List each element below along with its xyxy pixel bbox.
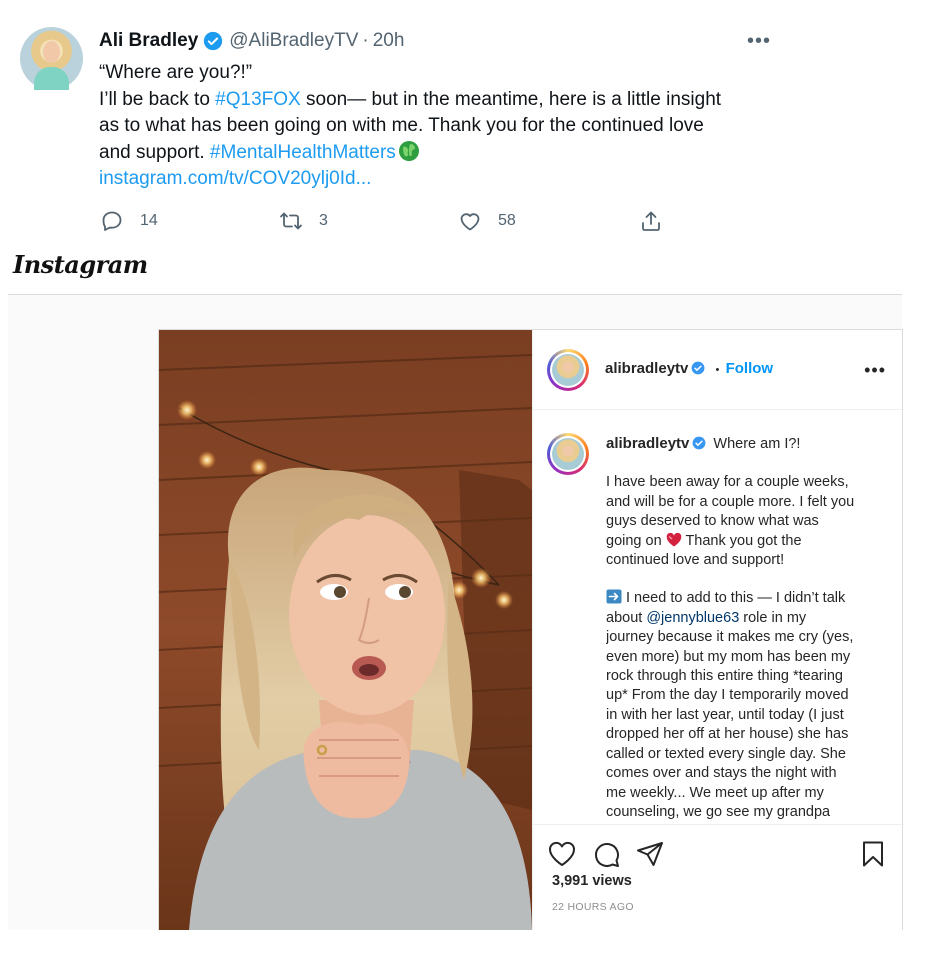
- right-arrow-emoji-icon: [606, 589, 622, 604]
- caption-username[interactable]: alibradleytv: [606, 435, 689, 452]
- post-video-thumbnail[interactable]: [159, 330, 532, 930]
- caption-text-segment: going on: [606, 532, 666, 549]
- author-handle[interactable]: @AliBradleyTV: [229, 30, 358, 52]
- follow-separator: •: [715, 364, 720, 376]
- reply-icon: [102, 211, 122, 231]
- caption-line: in with her last year, until today (I ju…: [606, 706, 844, 723]
- verified-badge-icon: [692, 436, 706, 450]
- caption-text-segment: Thank you got the: [681, 532, 802, 549]
- caption-title: Where am I?!: [713, 436, 801, 452]
- caption-line: and will be for a couple more. I felt yo…: [606, 493, 855, 510]
- instagram-link[interactable]: instagram.com/tv/COV20ylj0Id...: [99, 166, 759, 193]
- retweet-count: 3: [319, 212, 328, 229]
- instagram-wordmark[interactable]: Instagram: [13, 250, 148, 279]
- caption-line: I need to add to this — I didn’t talk: [606, 589, 886, 608]
- caption-line: counseling, we go see my grandpa: [606, 803, 831, 820]
- reply-count: 14: [140, 212, 158, 229]
- green-globe-emoji-icon: [398, 140, 419, 161]
- instagram-embed-card: alibradleytv • Follow ••• alibradleytv W…: [158, 329, 904, 930]
- share-direct-icon[interactable]: [635, 839, 665, 869]
- tweet-text-segment: and support.: [99, 141, 210, 163]
- tweet-line-2: I’ll be back to #Q13FOX soon— but in the…: [99, 87, 759, 114]
- more-options-icon[interactable]: •••: [747, 30, 771, 53]
- caption-line: going on Thank you got the: [606, 532, 886, 551]
- tweet: Ali Bradley @AliBradleyTV · 20h ••• “Whe…: [0, 0, 928, 250]
- caption-line: about @jennyblue63 role in my: [606, 609, 886, 628]
- retweet-button[interactable]: 3: [279, 206, 328, 236]
- caption-line: dropped her off at her house) she has: [606, 726, 849, 743]
- post-footer: 3,991 views 22 HOURS AGO: [533, 824, 904, 930]
- red-heart-emoji-icon: [666, 532, 681, 547]
- tweet-actions: 14 3 58: [0, 206, 928, 236]
- post-header: alibradleytv • Follow •••: [533, 330, 904, 410]
- like-button[interactable]: 58: [458, 206, 516, 236]
- video-still-image: [159, 330, 532, 930]
- post-caption: alibradleytv Where am I?! I have been aw…: [606, 434, 886, 820]
- post-options-icon[interactable]: •••: [864, 360, 886, 381]
- view-count: 3,991 views: [552, 873, 632, 889]
- avatar-face: [43, 41, 60, 63]
- save-bookmark-icon[interactable]: [858, 839, 888, 869]
- hashtag-q13fox[interactable]: #Q13FOX: [215, 89, 301, 110]
- avatar-shirt: [34, 67, 69, 90]
- comment-icon[interactable]: [591, 839, 621, 869]
- mention-link[interactable]: @jennyblue63: [646, 610, 739, 626]
- caption-header: alibradleytv Where am I?!: [606, 434, 886, 454]
- caption-text-segment: I need to add to this — I didn’t talk: [626, 590, 846, 607]
- tweet-line-4: and support. #MentalHealthMatters: [99, 140, 759, 167]
- post-sidebar: alibradleytv • Follow ••• alibradleytv W…: [532, 330, 904, 930]
- hashtag-mental-health-matters[interactable]: #MentalHealthMatters: [210, 142, 396, 163]
- caption-line: guys deserved to know what was: [606, 513, 819, 530]
- tweet-text-segment: soon— but in the meantime, here is a lit…: [300, 88, 722, 110]
- caption-line: even more) but my mom has been my: [606, 648, 851, 665]
- tweet-line-1: “Where are you?!”: [99, 62, 253, 83]
- ig-username[interactable]: alibradleytv: [605, 360, 688, 377]
- verified-badge-icon: [691, 361, 705, 375]
- caption-line: I have been away for a couple weeks,: [606, 474, 849, 491]
- caption-line: comes over and stays the night with: [606, 765, 837, 782]
- caption-avatar[interactable]: [547, 433, 589, 475]
- caption-line: journey because it makes me cry (yes,: [606, 629, 854, 646]
- author-name[interactable]: Ali Bradley: [99, 30, 198, 52]
- heart-icon: [460, 213, 480, 231]
- avatar-picture: [552, 438, 584, 470]
- tweet-text: “Where are you?!” I’ll be back to #Q13FO…: [99, 60, 759, 193]
- share-button[interactable]: [639, 206, 679, 236]
- caption-line: me weekly... We meet up after my: [606, 784, 824, 801]
- author-avatar[interactable]: [20, 27, 83, 90]
- caption-line: called or texted every single day. She: [606, 745, 846, 762]
- avatar-picture: [552, 354, 584, 386]
- tweet-line-3: as to what has been going on with me. Th…: [99, 115, 704, 136]
- verified-badge-icon: [204, 31, 223, 51]
- caption-line: continued love and support!: [606, 552, 785, 569]
- post-header-user: alibradleytv • Follow: [605, 360, 773, 377]
- like-count: 58: [498, 212, 516, 229]
- caption-line: rock through this entire thing *tearing: [606, 668, 843, 685]
- heart-icon[interactable]: [547, 839, 577, 869]
- profile-avatar[interactable]: [547, 349, 589, 391]
- post-timestamp[interactable]: 22 HOURS AGO: [552, 901, 634, 913]
- tweet-text-segment: I’ll be back to: [99, 88, 216, 110]
- caption-text-segment: role in my: [739, 609, 807, 626]
- retweet-icon: [280, 212, 302, 230]
- tweet-header: Ali Bradley @AliBradleyTV · 20h: [99, 28, 404, 54]
- separator-dot: ·: [362, 30, 369, 51]
- caption-text-segment: about: [606, 609, 647, 626]
- reply-button[interactable]: 14: [100, 206, 158, 236]
- caption-line: up* From the day I temporarily moved: [606, 687, 849, 704]
- share-icon: [642, 211, 660, 231]
- tweet-time[interactable]: 20h: [373, 30, 405, 52]
- follow-button[interactable]: Follow: [726, 360, 774, 377]
